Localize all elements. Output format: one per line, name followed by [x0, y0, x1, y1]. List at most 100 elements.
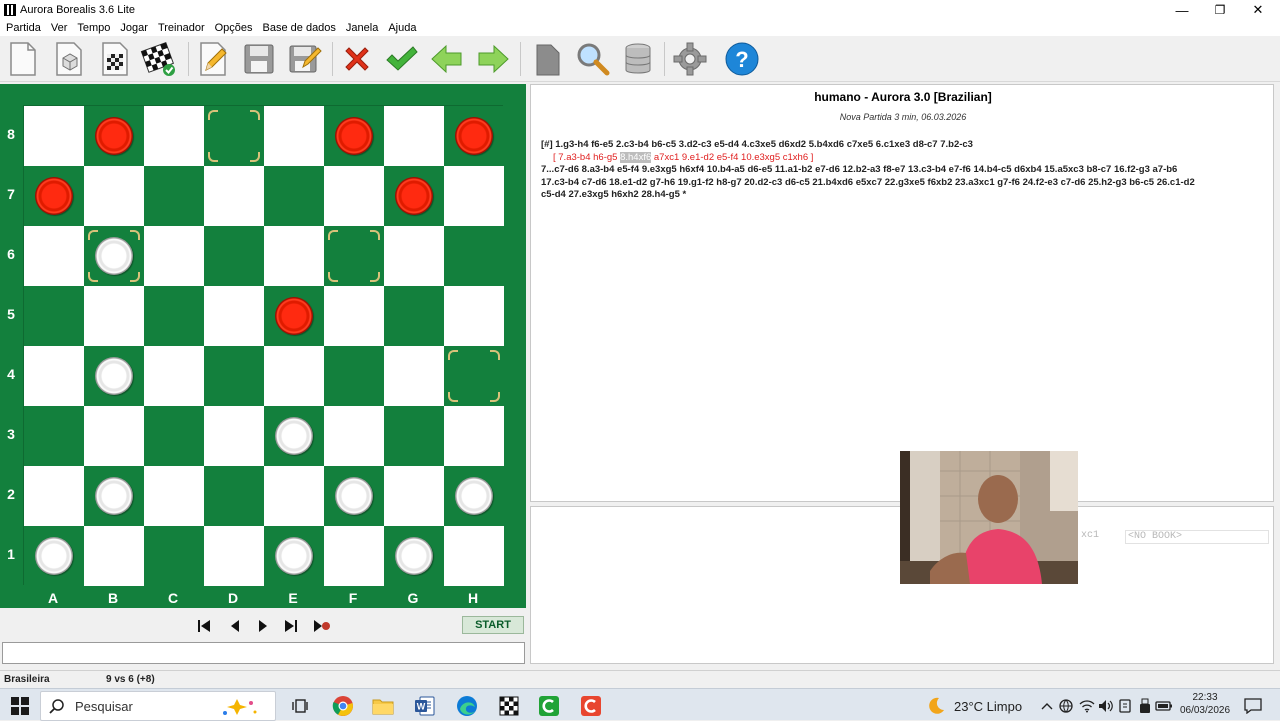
square-b1[interactable]	[84, 526, 144, 586]
restore-button[interactable]: ❐	[1200, 0, 1240, 20]
menu-janela[interactable]: Janela	[346, 22, 378, 34]
square-e5[interactable]	[264, 286, 324, 346]
square-a5[interactable]	[24, 286, 84, 346]
taskbar-search-box[interactable]: Pesquisar	[40, 691, 276, 721]
square-g7[interactable]	[384, 166, 444, 226]
square-b5[interactable]	[84, 286, 144, 346]
menu-opcoes[interactable]: Opções	[215, 22, 253, 34]
task-view-icon[interactable]	[289, 695, 311, 717]
last-move-icon[interactable]	[281, 618, 301, 634]
square-b4[interactable]	[84, 346, 144, 406]
green-c-app-icon[interactable]	[538, 695, 560, 717]
windows-start-icon[interactable]	[9, 695, 31, 717]
board-icon[interactable]	[96, 40, 134, 78]
menu-partida[interactable]: Partida	[6, 22, 41, 34]
white-checker-piece[interactable]	[95, 357, 133, 395]
menu-ajuda[interactable]: Ajuda	[388, 22, 416, 34]
square-b3[interactable]	[84, 406, 144, 466]
move-line[interactable]: c5-d4 27.e3xg5 h6xh2 28.h4-g5 *	[541, 189, 1266, 202]
aurora-borealis-taskbar-icon[interactable]	[498, 695, 520, 717]
square-d7[interactable]	[204, 166, 264, 226]
white-checker-piece[interactable]	[95, 477, 133, 515]
menu-ver[interactable]: Ver	[51, 22, 68, 34]
move-list[interactable]: [#] 1.g3-h4 f6-e5 2.c3-b4 b6-c5 3.d2-c3 …	[541, 139, 1266, 202]
square-f4[interactable]	[324, 346, 384, 406]
square-b7[interactable]	[84, 166, 144, 226]
square-g4[interactable]	[384, 346, 444, 406]
white-checker-piece[interactable]	[395, 537, 433, 575]
square-a1[interactable]	[24, 526, 84, 586]
square-a6[interactable]	[24, 226, 84, 286]
red-c-app-icon[interactable]	[580, 695, 602, 717]
cancel-icon[interactable]	[338, 40, 376, 78]
white-checker-piece[interactable]	[95, 237, 133, 275]
square-h8[interactable]	[444, 106, 504, 166]
first-move-icon[interactable]	[194, 618, 214, 634]
square-b6[interactable]	[84, 226, 144, 286]
highlighted-move[interactable]: 8.h4xf6	[620, 151, 652, 163]
square-d8[interactable]	[204, 106, 264, 166]
device-icon[interactable]	[1114, 695, 1136, 717]
square-f1[interactable]	[324, 526, 384, 586]
square-e6[interactable]	[264, 226, 324, 286]
notifications-icon[interactable]	[1242, 695, 1264, 717]
square-c4[interactable]	[144, 346, 204, 406]
square-a2[interactable]	[24, 466, 84, 526]
square-c3[interactable]	[144, 406, 204, 466]
checkers-board[interactable]	[23, 105, 504, 586]
move-line[interactable]: 7...c7-d6 8.a3-b4 e5-f4 9.e3xg5 h6xf4 10…	[541, 164, 1266, 177]
square-d5[interactable]	[204, 286, 264, 346]
square-h6[interactable]	[444, 226, 504, 286]
arrow-left-icon[interactable]	[428, 40, 466, 78]
white-checker-piece[interactable]	[35, 537, 73, 575]
new-document-icon[interactable]	[4, 40, 42, 78]
checkmark-icon[interactable]	[382, 40, 420, 78]
square-e2[interactable]	[264, 466, 324, 526]
white-checker-piece[interactable]	[275, 537, 313, 575]
square-h7[interactable]	[444, 166, 504, 226]
word-icon[interactable]: W	[414, 695, 436, 717]
gear-icon[interactable]	[671, 40, 709, 78]
command-input[interactable]	[2, 642, 525, 664]
square-c8[interactable]	[144, 106, 204, 166]
square-c6[interactable]	[144, 226, 204, 286]
tag-icon[interactable]	[528, 40, 566, 78]
move-line[interactable]: 17.c3-b4 c7-d6 18.e1-d2 g7-h6 19.g1-f2 h…	[541, 177, 1266, 190]
white-checker-piece[interactable]	[335, 477, 373, 515]
square-f2[interactable]	[324, 466, 384, 526]
square-b2[interactable]	[84, 466, 144, 526]
menu-base-de-dados[interactable]: Base de dados	[263, 22, 336, 34]
edge-icon[interactable]	[456, 695, 478, 717]
square-e3[interactable]	[264, 406, 324, 466]
red-checker-piece[interactable]	[95, 117, 133, 155]
square-h5[interactable]	[444, 286, 504, 346]
square-a8[interactable]	[24, 106, 84, 166]
save-edit-icon[interactable]	[286, 40, 324, 78]
square-d2[interactable]	[204, 466, 264, 526]
checkered-flag-icon[interactable]	[140, 40, 178, 78]
square-h4[interactable]	[444, 346, 504, 406]
square-f8[interactable]	[324, 106, 384, 166]
square-d4[interactable]	[204, 346, 264, 406]
pencil-icon[interactable]	[194, 40, 232, 78]
square-c2[interactable]	[144, 466, 204, 526]
start-button[interactable]: START	[462, 616, 524, 634]
menu-tempo[interactable]: Tempo	[77, 22, 110, 34]
square-e8[interactable]	[264, 106, 324, 166]
square-e4[interactable]	[264, 346, 324, 406]
red-checker-piece[interactable]	[35, 177, 73, 215]
square-g6[interactable]	[384, 226, 444, 286]
network-icon[interactable]	[1055, 695, 1077, 717]
square-d1[interactable]	[204, 526, 264, 586]
red-checker-piece[interactable]	[335, 117, 373, 155]
square-h1[interactable]	[444, 526, 504, 586]
save-icon[interactable]	[240, 40, 278, 78]
help-icon[interactable]: ?	[723, 40, 761, 78]
square-g8[interactable]	[384, 106, 444, 166]
white-checker-piece[interactable]	[275, 417, 313, 455]
square-g2[interactable]	[384, 466, 444, 526]
square-f6[interactable]	[324, 226, 384, 286]
close-button[interactable]: ✕	[1238, 0, 1278, 20]
move-line[interactable]: [#] 1.g3-h4 f6-e5 2.c3-b4 b6-c5 3.d2-c3 …	[541, 139, 1266, 152]
file-explorer-icon[interactable]	[372, 695, 394, 717]
